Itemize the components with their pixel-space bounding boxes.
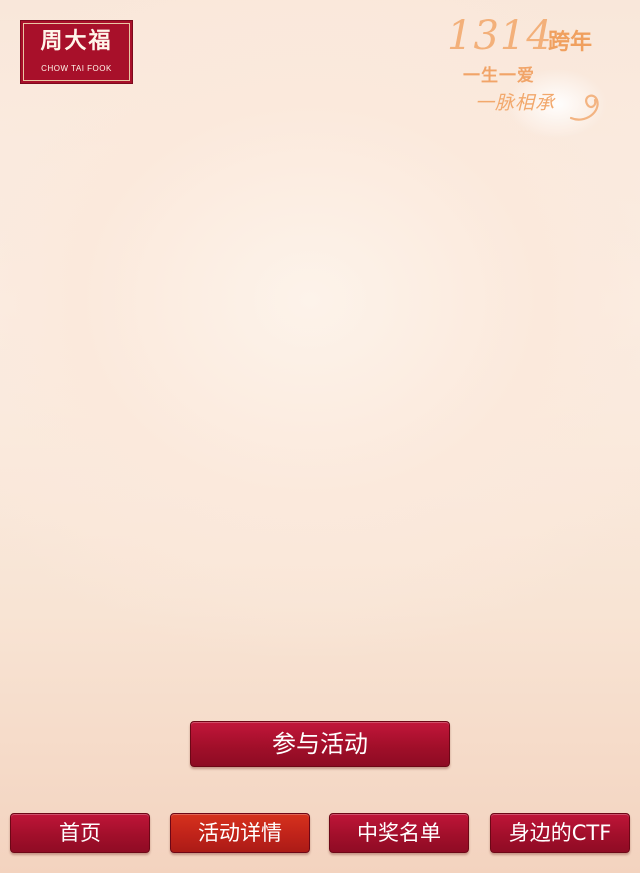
join-activity-button[interactable]: 参与活动 xyxy=(190,721,450,767)
nav-activity-details-button[interactable]: 活动详情 xyxy=(170,813,310,853)
brand-logo: 周大福 CHOW TAI FOOK xyxy=(20,20,133,84)
brand-name-cn: 周大福 xyxy=(40,28,113,54)
campaign-slogan-line1: 一生一爱 xyxy=(463,66,535,86)
brand-name-en: CHOW TAI FOOK xyxy=(41,64,112,73)
campaign-emblem: 1314 跨年 一生一爱 一脉相承 xyxy=(447,13,622,139)
campaign-suffix: 跨年 xyxy=(548,30,593,55)
nav-winners-list-button[interactable]: 中奖名单 xyxy=(329,813,469,853)
campaign-slogan-line2: 一脉相承 xyxy=(475,92,556,114)
campaign-number: 1314 xyxy=(447,13,553,59)
nav-home-button[interactable]: 首页 xyxy=(10,813,150,853)
nav-nearby-ctf-button[interactable]: 身边的CTF xyxy=(490,813,630,853)
heart-swirl-icon xyxy=(569,94,599,121)
